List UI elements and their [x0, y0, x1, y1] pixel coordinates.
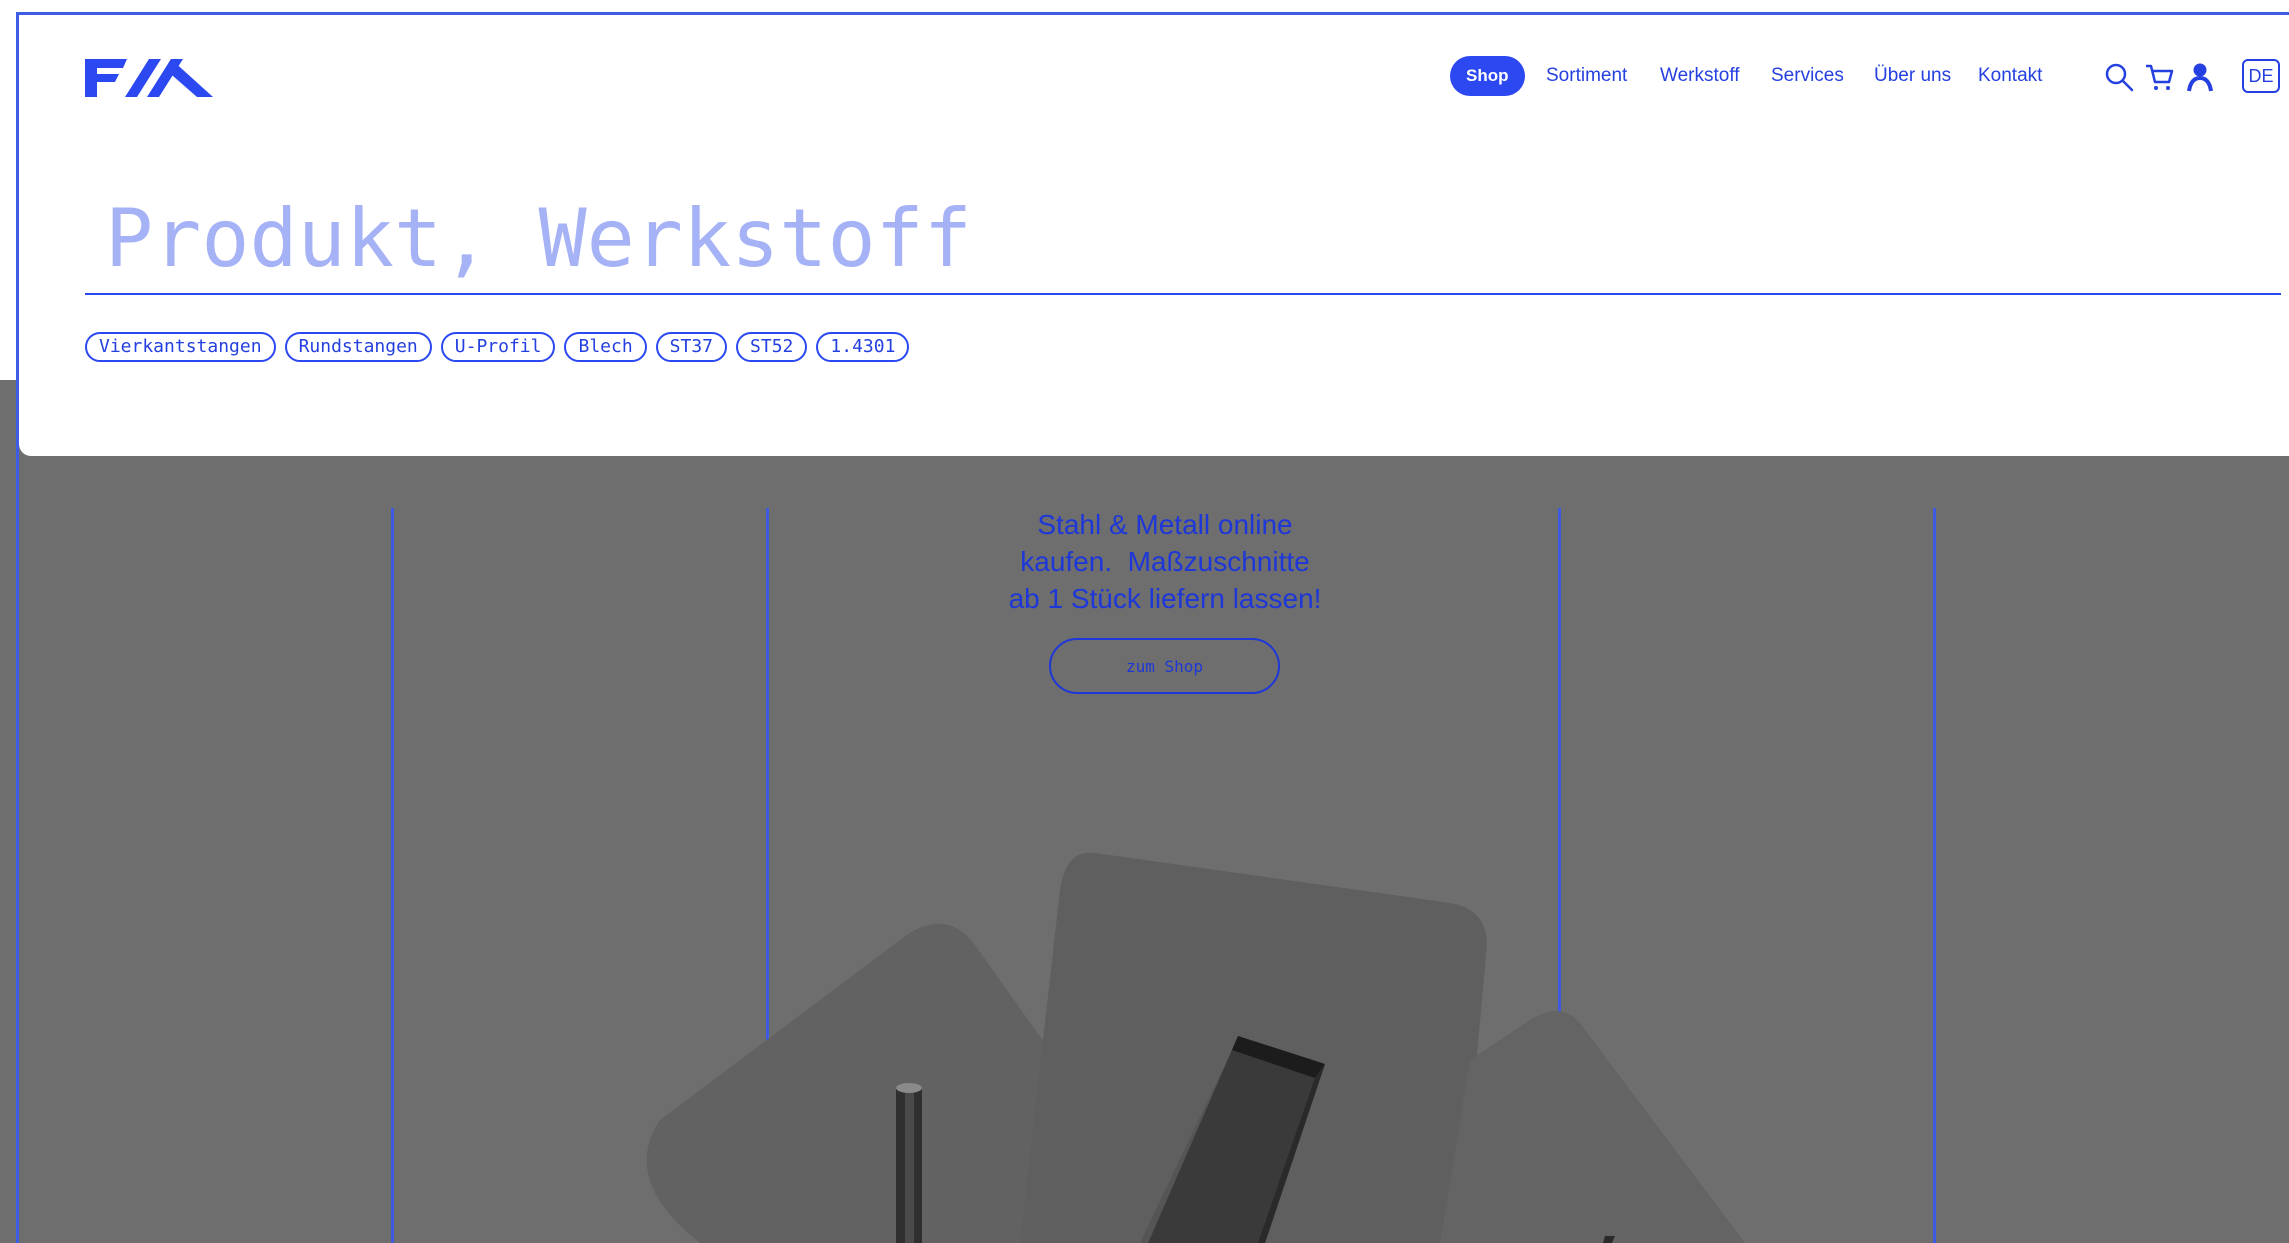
search-input[interactable]: [85, 183, 2281, 295]
chip-u-profil[interactable]: U-Profil: [440, 332, 556, 362]
user-icon[interactable]: [2183, 60, 2217, 94]
main-navigation: Shop Sortiment Werkstoff Services Über u…: [19, 56, 2289, 98]
plate-right-shape: [1440, 1011, 1745, 1243]
chip-st37[interactable]: ST37: [655, 332, 728, 362]
plate-left-shape: [646, 923, 1085, 1243]
header: Shop Sortiment Werkstoff Services Über u…: [19, 15, 2289, 456]
chip-blech[interactable]: Blech: [564, 332, 647, 362]
nav-item-ueber-uns[interactable]: Über uns: [1874, 56, 1951, 96]
hero-headline-line: ab 1 Stück liefern lassen!: [1008, 583, 1322, 614]
search-icon[interactable]: [2102, 60, 2136, 94]
chip-st52[interactable]: ST52: [736, 332, 808, 362]
hero-headline-line: kaufen. Maßzuschnitte: [1020, 546, 1310, 577]
cart-icon[interactable]: [2142, 60, 2176, 94]
hero-headline: Stahl & Metall online kaufen. Maßzuschni…: [960, 506, 1370, 617]
chip-vierkantstangen[interactable]: Vierkantstangen: [85, 332, 276, 362]
page: Shop Sortiment Werkstoff Services Über u…: [0, 0, 2289, 1243]
nav-item-kontakt[interactable]: Kontakt: [1978, 56, 2042, 96]
round-bar-highlight: [905, 1087, 914, 1243]
shop-cta-button[interactable]: zum Shop: [1049, 638, 1280, 694]
nav-item-services[interactable]: Services: [1771, 56, 1844, 96]
hero-headline-line: Stahl & Metall online: [1037, 509, 1293, 540]
search-suggestion-chips: Vierkantstangen Rundstangen U-Profil Ble…: [85, 332, 910, 362]
round-bar-top: [896, 1083, 922, 1093]
nav-item-shop[interactable]: Shop: [1450, 56, 1525, 96]
language-switcher[interactable]: DE: [2242, 59, 2280, 93]
chip-rundstangen[interactable]: Rundstangen: [284, 332, 432, 362]
nav-item-werkstoff[interactable]: Werkstoff: [1660, 56, 1740, 96]
nav-item-sortiment[interactable]: Sortiment: [1546, 56, 1627, 96]
window-left-border: [16, 12, 19, 1243]
chip-1-4301[interactable]: 1.4301: [816, 332, 910, 362]
